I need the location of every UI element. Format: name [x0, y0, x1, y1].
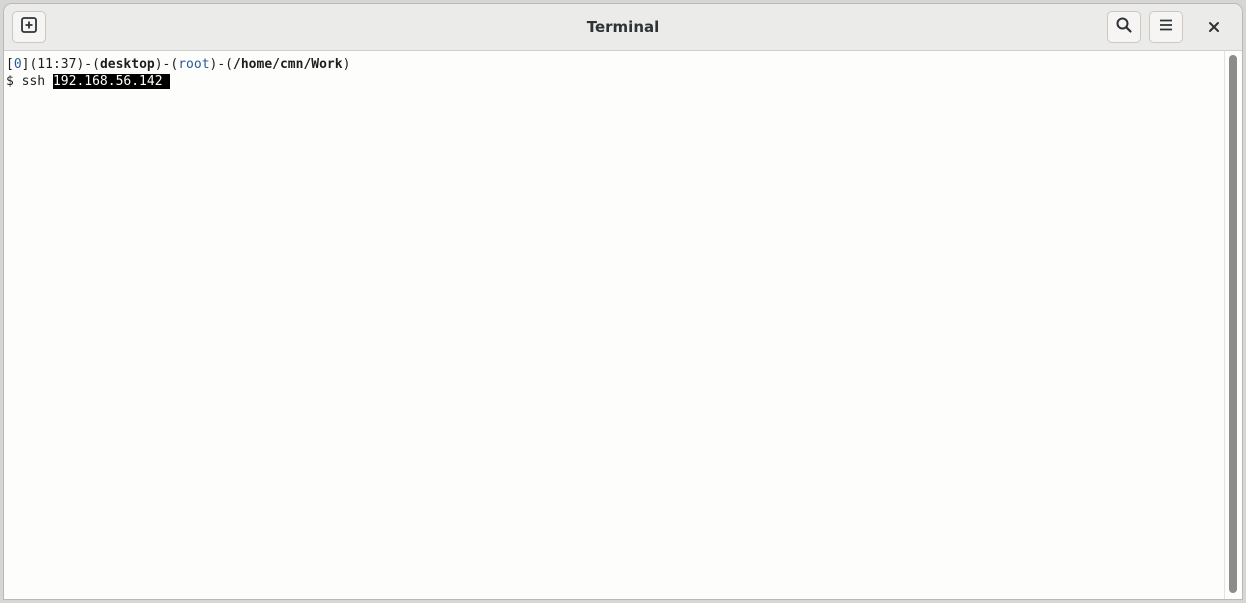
prompt-user: root: [178, 57, 210, 72]
command-text: $ ssh: [6, 74, 53, 89]
prompt-separator: )-(: [209, 57, 234, 72]
prompt-line: [0](11:37)-(desktop)-(root)-(/home/cmn/W…: [6, 56, 350, 73]
window-title: Terminal: [586, 18, 660, 36]
prompt-path: /home/cmn/Work: [233, 57, 343, 72]
terminal-output[interactable]: [0](11:37)-(desktop)-(root)-(/home/cmn/W…: [4, 51, 1224, 599]
status-bracket-open: [: [6, 57, 14, 72]
terminal-window: Terminal [0](11:37)-(desktop)-(root)-(/h…: [4, 4, 1242, 599]
scrollbar[interactable]: [1224, 51, 1242, 599]
header-bar: Terminal: [4, 4, 1242, 51]
exit-status: 0: [13, 57, 22, 72]
hamburger-menu-icon: [1157, 16, 1175, 38]
scrollbar-thumb[interactable]: [1229, 55, 1237, 593]
prompt-separator: -(: [84, 57, 100, 72]
prompt-host: desktop: [99, 57, 155, 72]
prompt-end: ): [342, 57, 351, 72]
search-icon: [1115, 16, 1133, 38]
search-button[interactable]: [1107, 11, 1141, 43]
prompt-time: (11:37): [29, 57, 85, 72]
command-line: $ ssh 192.168.56.142: [6, 73, 171, 90]
close-icon: [1208, 18, 1220, 37]
prompt-separator: )-(: [154, 57, 179, 72]
menu-button[interactable]: [1149, 11, 1183, 43]
selected-text[interactable]: 192.168.56.142: [52, 74, 171, 89]
close-button[interactable]: [1199, 12, 1229, 42]
